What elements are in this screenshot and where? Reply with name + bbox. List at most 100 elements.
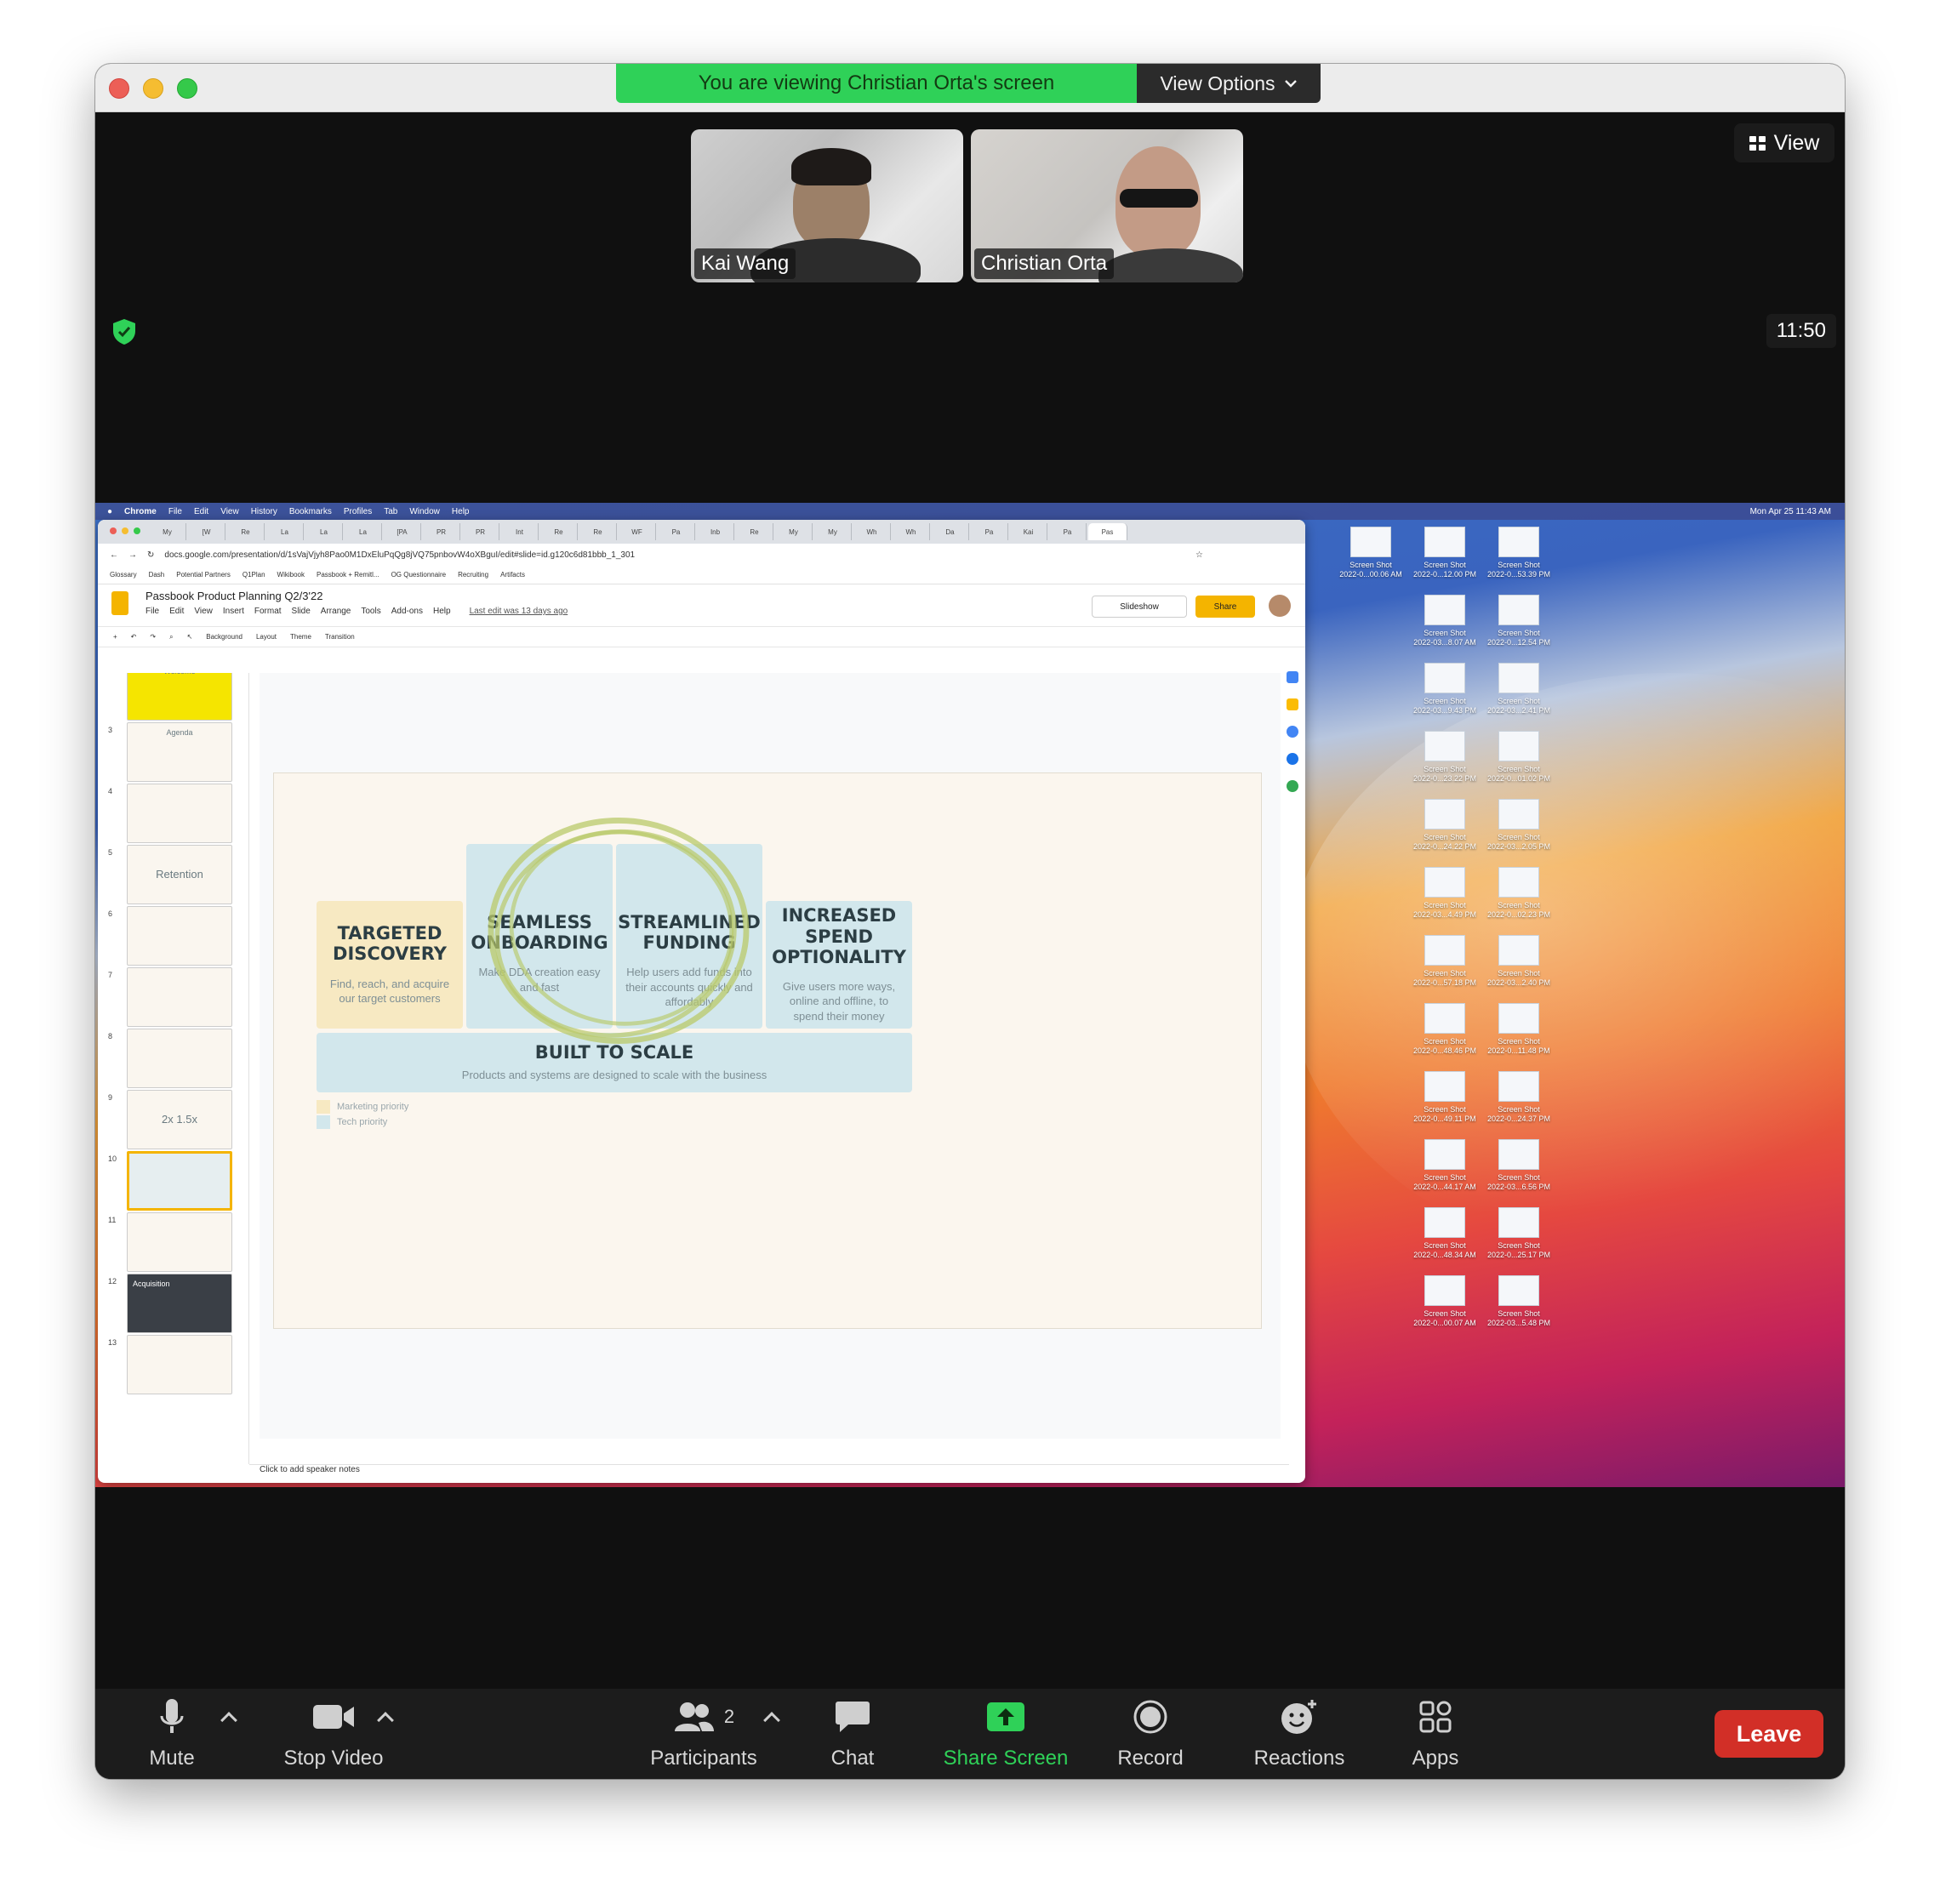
star-icon[interactable]: ☆ [1195, 550, 1203, 560]
participants-button[interactable]: 2 Participants [640, 1697, 767, 1770]
desktop-file[interactable]: Screen Shot 2022-03...2.41 PM [1481, 663, 1557, 715]
slideshow-button[interactable]: Slideshow [1092, 596, 1187, 618]
view-options-button[interactable]: View Options [1137, 64, 1321, 103]
slides-menu-item[interactable]: Insert [223, 607, 244, 616]
keep-icon[interactable] [1287, 698, 1298, 710]
slide-thumbnail[interactable]: Welcome [127, 673, 232, 721]
desktop-file[interactable]: Screen Shot 2022-0...23.22 PM [1406, 731, 1483, 784]
desktop-file[interactable]: Screen Shot 2022-03...6.56 PM [1481, 1139, 1557, 1192]
minimize-window-button[interactable] [143, 78, 163, 99]
slide-thumbnail[interactable] [127, 906, 232, 966]
browser-tab[interactable]: La [345, 523, 382, 540]
view-layout-button[interactable]: View [1734, 123, 1834, 162]
browser-tab[interactable]: My [149, 523, 186, 540]
desktop-file[interactable]: Screen Shot 2022-0...12.54 PM [1481, 595, 1557, 647]
calendar-icon[interactable] [1287, 671, 1298, 683]
desktop-file[interactable]: Screen Shot 2022-0...48.46 PM [1406, 1003, 1483, 1056]
desktop-file[interactable]: Screen Shot 2022-0...48.34 AM [1406, 1207, 1483, 1260]
leave-meeting-button[interactable]: Leave [1715, 1710, 1823, 1758]
slides-menu-item[interactable]: Arrange [321, 607, 351, 616]
tasks-icon[interactable] [1287, 726, 1298, 738]
bookmark-item[interactable]: Recruiting [458, 571, 488, 579]
slides-menu-item[interactable]: Slide [292, 607, 311, 616]
browser-tab[interactable]: Wh [893, 523, 930, 540]
video-tile-kai-wang[interactable]: Kai Wang [691, 129, 963, 282]
bookmark-item[interactable]: Glossary [110, 571, 137, 579]
slide-thumbnail[interactable] [127, 967, 232, 1027]
browser-tab[interactable]: Pa [1049, 523, 1087, 540]
streamlined-funding-box[interactable]: STREAMLINED FUNDING Help users add funds… [616, 844, 762, 1029]
slide-thumbnail[interactable]: 2x 1.5x [127, 1090, 232, 1149]
undo-icon[interactable]: ↶ [131, 633, 137, 641]
desktop-file[interactable]: Screen Shot 2022-03...2.05 PM [1481, 799, 1557, 852]
stop-video-button[interactable]: Stop Video [265, 1697, 402, 1770]
slide-thumbnail[interactable] [127, 1029, 232, 1088]
desktop-file[interactable]: Screen Shot 2022-0...53.39 PM [1481, 527, 1557, 579]
browser-tab[interactable]: Wh [853, 523, 891, 540]
chat-button[interactable]: Chat [810, 1697, 895, 1770]
bookmark-item[interactable]: Passbook + Remitl... [317, 571, 379, 579]
desktop-file[interactable]: Screen Shot 2022-0...00.07 AM [1406, 1275, 1483, 1328]
speaker-notes[interactable]: Click to add speaker notes [249, 1464, 1289, 1483]
browser-tab[interactable]: Pa [658, 523, 695, 540]
browser-tab[interactable]: Inb [697, 523, 734, 540]
browser-tab[interactable]: PR [462, 523, 499, 540]
browser-tab[interactable]: My [814, 523, 852, 540]
slide-thumbnail[interactable]: Retention [127, 845, 232, 904]
browser-tab[interactable]: La [266, 523, 304, 540]
apps-button[interactable]: Apps [1393, 1697, 1478, 1770]
reactions-button[interactable]: Reactions [1244, 1697, 1355, 1770]
slides-menu-item[interactable]: Tools [361, 607, 380, 616]
slides-menu-item[interactable]: Edit [169, 607, 184, 616]
desktop-file[interactable]: Screen Shot 2022-03...4.49 PM [1406, 867, 1483, 920]
browser-tab[interactable]: Re [579, 523, 617, 540]
document-title[interactable]: Passbook Product Planning Q2/3'22 [146, 590, 322, 602]
reload-icon[interactable]: ↻ [147, 550, 154, 560]
browser-tab[interactable]: Int [501, 523, 539, 540]
slides-menu-item[interactable]: File [146, 607, 159, 616]
slide-filmstrip[interactable]: Welcome 3 Agenda 4 5 Retention 6 7 8 9 2x 1.5x 10 11… [98, 673, 249, 1464]
browser-tab[interactable]: Re [227, 523, 265, 540]
desktop-file[interactable]: Screen Shot 2022-0...12.00 PM [1406, 527, 1483, 579]
add-icon[interactable]: + [113, 633, 117, 641]
desktop-file[interactable]: Screen Shot 2022-0...49.11 PM [1406, 1071, 1483, 1124]
share-button[interactable]: Share [1195, 596, 1255, 618]
seamless-onboarding-box[interactable]: SEAMLESS ONBOARDING Make DDA creation ea… [466, 844, 613, 1029]
shared-screen[interactable]: ● Chrome File Edit View History Bookmark… [95, 503, 1845, 1487]
browser-tab[interactable]: Kai [1010, 523, 1047, 540]
desktop-file[interactable]: Screen Shot 2022-03...9.43 PM [1406, 663, 1483, 715]
browser-tab[interactable]: La [305, 523, 343, 540]
bookmark-item[interactable]: Wikibook [277, 571, 305, 579]
browser-tab[interactable]: WF [619, 523, 656, 540]
slide-thumbnail[interactable] [127, 1212, 232, 1272]
browser-tab[interactable]: Re [736, 523, 773, 540]
slides-menu-item[interactable]: View [194, 607, 213, 616]
mute-button[interactable]: Mute [129, 1697, 214, 1770]
bookmark-item[interactable]: Dash [149, 571, 165, 579]
desktop-file[interactable]: Screen Shot 2022-0...57.18 PM [1406, 935, 1483, 988]
desktop-file[interactable]: Screen Shot 2022-0...00.06 AM [1332, 527, 1409, 579]
maps-icon[interactable] [1287, 780, 1298, 792]
desktop-file[interactable]: Screen Shot 2022-0...25.17 PM [1481, 1207, 1557, 1260]
audio-options-caret[interactable] [220, 1712, 237, 1729]
current-slide[interactable]: TARGETED DISCOVERY Find, reach, and acqu… [273, 772, 1262, 1329]
browser-tab[interactable]: PR [423, 523, 460, 540]
record-button[interactable]: Record [1108, 1697, 1193, 1770]
desktop-file[interactable]: Screen Shot 2022-0...11.48 PM [1481, 1003, 1557, 1056]
select-icon[interactable]: ↖ [187, 633, 193, 641]
browser-tab[interactable]: Pas [1088, 523, 1127, 540]
slide-thumbnail[interactable] [127, 784, 232, 843]
toolbar-button[interactable]: Layout [256, 633, 277, 641]
desktop-file[interactable]: Screen Shot 2022-0...24.22 PM [1406, 799, 1483, 852]
bookmark-item[interactable]: Artifacts [500, 571, 525, 579]
browser-tab[interactable]: [W [188, 523, 225, 540]
fullscreen-window-button[interactable] [177, 78, 197, 99]
slides-menu-item[interactable]: Help [433, 607, 451, 616]
slides-menu-item[interactable]: Format [254, 607, 282, 616]
targeted-discovery-box[interactable]: TARGETED DISCOVERY Find, reach, and acqu… [317, 901, 463, 1029]
desktop-file[interactable]: Screen Shot 2022-03...2.40 PM [1481, 935, 1557, 988]
video-tile-christian-orta[interactable]: Christian Orta [971, 129, 1243, 282]
desktop-file[interactable]: Screen Shot 2022-03...5.48 PM [1481, 1275, 1557, 1328]
avatar[interactable] [1269, 595, 1291, 617]
toolbar-button[interactable]: Theme [290, 633, 311, 641]
